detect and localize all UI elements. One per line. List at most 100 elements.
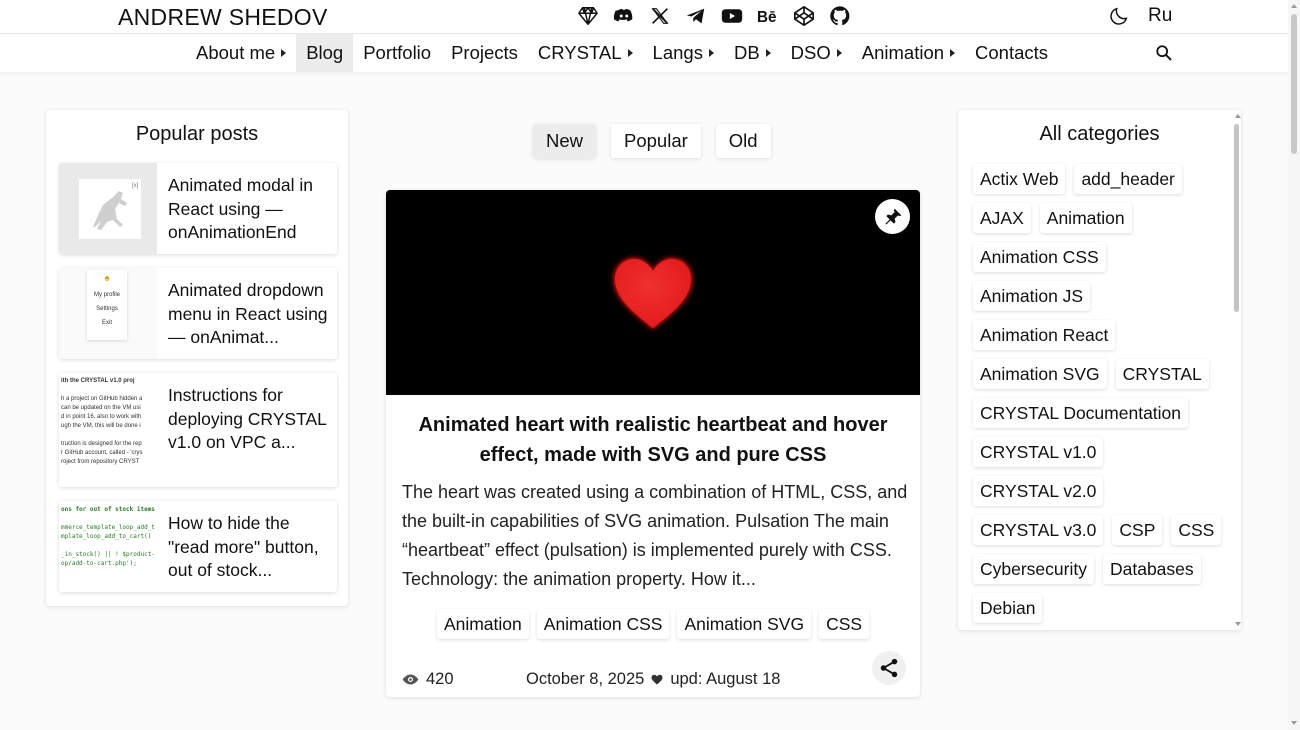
thumb-line <box>61 431 155 440</box>
nav-item-langs[interactable]: Langs <box>643 34 724 72</box>
thumb-line: h a project on GitHub hidden a <box>61 396 143 402</box>
category-csp[interactable]: CSP <box>1112 515 1163 545</box>
nav-item-blog[interactable]: Blog <box>296 34 354 72</box>
nav-item-contacts[interactable]: Contacts <box>965 34 1058 72</box>
popular-post-4[interactable]: ons for out of stock items mmerce_templat… <box>59 501 337 592</box>
category-crystal-v2-0[interactable]: CRYSTAL v2.0 <box>973 476 1104 506</box>
published-date: October 8, 2025 <box>526 670 645 688</box>
caret-right-icon <box>765 49 771 57</box>
sort-new-button[interactable]: New <box>533 124 597 158</box>
category-add-header[interactable]: add_header <box>1074 164 1182 194</box>
category-crystal-v3-0[interactable]: CRYSTAL v3.0 <box>973 515 1104 545</box>
nav-item-portfolio[interactable]: Portfolio <box>353 34 441 72</box>
pin-icon <box>885 208 901 224</box>
category-crystal-v1-0[interactable]: CRYSTAL v1.0 <box>973 437 1104 467</box>
search-icon[interactable] <box>1155 44 1173 62</box>
views-count: 420 <box>426 670 454 688</box>
thumb-line: d in point 16, also to work with <box>61 414 142 420</box>
gem-icon[interactable] <box>576 5 600 27</box>
popular-post-2[interactable]: ♠ My profile Settings Exit Animated drop… <box>59 268 337 359</box>
popular-post-1[interactable]: [x] Animated modal in React using — onAn… <box>59 163 337 254</box>
thumb-line: mmerce_template_loop_add_t <box>61 524 155 531</box>
discord-icon[interactable] <box>612 5 636 27</box>
nav-item-db[interactable]: DB <box>724 34 781 72</box>
thumb-line <box>61 386 155 395</box>
language-switch[interactable]: Ru <box>1148 5 1172 27</box>
share-button[interactable] <box>872 651 906 685</box>
thumb-line <box>61 514 155 523</box>
category-animation-react[interactable]: Animation React <box>973 320 1116 350</box>
category-animation-js[interactable]: Animation JS <box>973 281 1091 311</box>
sort-tabs: New Popular Old <box>533 124 771 158</box>
horse-image: [x] <box>79 179 141 239</box>
article-dates: October 8, 2025 upd: August 18 <box>526 670 780 689</box>
menu-preview-item: Settings <box>96 306 118 312</box>
youtube-icon[interactable] <box>720 5 744 27</box>
tag-animation-css[interactable]: Animation CSS <box>536 609 670 639</box>
telegram-icon[interactable] <box>684 5 708 27</box>
github-icon[interactable] <box>828 5 852 27</box>
article-media[interactable] <box>386 190 920 395</box>
article-views: 420 <box>402 670 454 689</box>
thumb-line: mplate_loop_add_to_cart() <box>61 533 152 540</box>
category-debian[interactable]: Debian <box>973 593 1043 623</box>
behance-icon[interactable]: Bē <box>756 5 780 27</box>
article-card[interactable]: Animated heart with realistic heartbeat … <box>386 190 920 697</box>
heart-image <box>613 257 693 330</box>
category-ajax[interactable]: AJAX <box>973 203 1031 233</box>
nav-item-dso[interactable]: DSO <box>781 34 852 72</box>
category-actix-web[interactable]: Actix Web <box>973 164 1066 194</box>
nav-item-label: Animation <box>861 42 945 63</box>
nav-item-label: Projects <box>451 42 518 63</box>
categories-list: Actix Web add_header AJAX Animation Animatio… <box>973 164 1223 623</box>
article-tags: Animation Animation CSS Animation SVG CSS <box>386 609 920 639</box>
doc-preview: ith the CRYSTAL v1.0 proj h a project on … <box>59 373 157 471</box>
page-scroll-up[interactable] <box>1291 4 1297 8</box>
thumb-line: truction is designed for the rep <box>61 441 142 447</box>
x-icon[interactable] <box>648 5 672 27</box>
site-brand[interactable]: ANDREW SHEDOV <box>118 4 328 31</box>
nav-item-projects[interactable]: Projects <box>441 34 528 72</box>
sort-old-button[interactable]: Old <box>715 124 771 158</box>
nav-item-label: DB <box>733 42 760 63</box>
nav-item-label: About me <box>196 42 276 63</box>
menu-preview-item: My profile <box>93 292 120 298</box>
category-animation-css[interactable]: Animation CSS <box>973 242 1106 272</box>
nav-item-crystal[interactable]: CRYSTAL <box>528 34 643 72</box>
category-crystal[interactable]: CRYSTAL <box>1115 359 1209 389</box>
thumb-line: ugh the VM, this will be done i <box>61 423 141 429</box>
page-scrollbar-thumb[interactable] <box>1291 14 1297 154</box>
category-crystal-documentation[interactable]: CRYSTAL Documentation <box>973 398 1189 428</box>
popular-post-3[interactable]: ith the CRYSTAL v1.0 proj h a project on … <box>59 373 337 487</box>
category-animation[interactable]: Animation <box>1039 203 1132 233</box>
tag-animation-svg[interactable]: Animation SVG <box>677 609 812 639</box>
nav-item-about-me[interactable]: About me <box>186 34 296 72</box>
category-databases[interactable]: Databases <box>1102 554 1201 584</box>
article-title[interactable]: Animated heart with realistic heartbeat … <box>404 410 902 470</box>
category-cybersecurity[interactable]: Cybersecurity <box>973 554 1094 584</box>
nav-item-animation[interactable]: Animation <box>852 34 965 72</box>
sort-popular-button[interactable]: Popular <box>611 124 701 158</box>
tag-css[interactable]: CSS <box>819 609 870 639</box>
categories-panel: All categories Actix Web add_header AJAX An… <box>958 110 1241 630</box>
share-icon <box>880 658 898 678</box>
page-scroll-down[interactable] <box>1291 721 1297 725</box>
categories-scrollbar-thumb[interactable] <box>1234 124 1239 312</box>
codepen-icon[interactable] <box>792 5 816 27</box>
code-preview: ons for out of stock items mmerce_templat… <box>59 501 157 572</box>
thumb-line <box>61 541 155 550</box>
category-css[interactable]: CSS <box>1171 515 1222 545</box>
nav-item-label: Portfolio <box>363 42 432 63</box>
categories-scroll-up[interactable] <box>1235 114 1241 118</box>
heart-small-icon <box>651 674 663 684</box>
eye-icon <box>402 674 419 685</box>
tag-animation[interactable]: Animation <box>436 609 529 639</box>
thumb-line: ith the CRYSTAL v1.0 proj <box>61 378 135 384</box>
post-title: How to hide the "read more" button, out … <box>168 513 319 580</box>
pin-button[interactable] <box>875 199 910 234</box>
moon-icon[interactable] <box>1108 5 1130 27</box>
svg-text:[x]: [x] <box>132 183 139 189</box>
categories-scroll-down[interactable] <box>1235 622 1241 626</box>
category-animation-svg[interactable]: Animation SVG <box>973 359 1107 389</box>
nav-item-label: Langs <box>652 42 703 63</box>
